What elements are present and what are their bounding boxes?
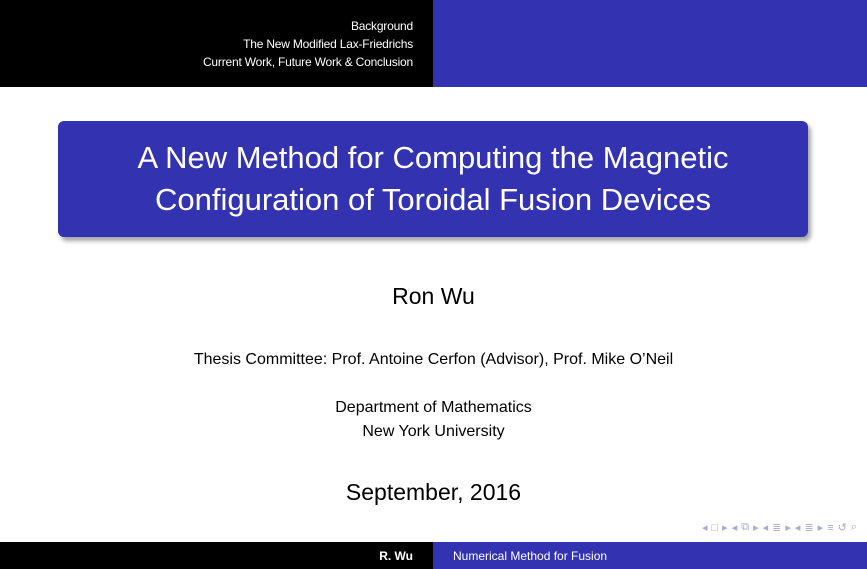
nav-next-subsection-icon[interactable]: ▸	[753, 521, 759, 534]
nav-document-icon[interactable]: ≡	[827, 522, 833, 534]
section-navigation: Background The New Modified Lax-Friedric…	[0, 0, 433, 87]
nav-section-icon[interactable]: ≣	[772, 521, 781, 534]
nav-search-icon[interactable]: ⌕	[851, 521, 857, 534]
nav-toc-prev-icon[interactable]: ◂	[795, 521, 801, 534]
nav-frame-icon[interactable]: □	[712, 522, 719, 534]
presentation-date: September, 2016	[345, 479, 522, 505]
nav-next-frame-icon[interactable]: ▸	[722, 521, 728, 534]
nav-subsection-icon[interactable]: ⧉	[741, 521, 749, 534]
section-link-lax-friedrichs[interactable]: The New Modified Lax-Friedrichs	[243, 35, 413, 53]
section-link-background[interactable]: Background	[351, 17, 413, 35]
nav-prev-frame-icon[interactable]: ◂	[702, 521, 708, 534]
footer-author: R. Wu	[379, 548, 413, 563]
nav-toc-icon[interactable]: ≣	[804, 521, 813, 534]
nav-prev-subsection-icon[interactable]: ◂	[732, 521, 738, 534]
department: Department of Mathematics	[335, 399, 532, 416]
section-link-conclusion[interactable]: Current Work, Future Work & Conclusion	[203, 53, 413, 71]
footer-author-panel: R. Wu	[0, 542, 433, 569]
title-line-2: Configuration of Toroidal Fusion Devices	[154, 182, 711, 217]
footer-title: Numerical Method for Fusion	[453, 548, 608, 563]
nav-next-section-icon[interactable]: ▸	[785, 521, 791, 534]
author-name: Ron Wu	[392, 283, 475, 309]
thesis-committee: Thesis Committee: Prof. Antoine Cerfon (…	[193, 351, 674, 368]
footer-title-panel: Numerical Method for Fusion	[433, 542, 867, 569]
nav-back-icon[interactable]: ↺	[838, 521, 847, 534]
slide-footer: R. Wu Numerical Method for Fusion	[0, 542, 867, 569]
beamer-navigation-symbols: ◂ □ ▸ ◂ ⧉ ▸ ◂ ≣ ▸ ◂ ≣ ▸ ≡ ↺ ⌕	[702, 521, 857, 534]
slide-header: Background The New Modified Lax-Friedric…	[0, 0, 867, 87]
university: New York University	[362, 423, 505, 440]
institute: Department of Mathematics New York Unive…	[0, 396, 867, 444]
nav-prev-section-icon[interactable]: ◂	[763, 521, 769, 534]
nav-toc-next-icon[interactable]: ▸	[818, 521, 824, 534]
title-block: A New Method for Computing the Magnetic …	[58, 121, 808, 237]
subsection-navigation	[433, 0, 867, 87]
title-line-1: A New Method for Computing the Magnetic	[137, 140, 729, 175]
